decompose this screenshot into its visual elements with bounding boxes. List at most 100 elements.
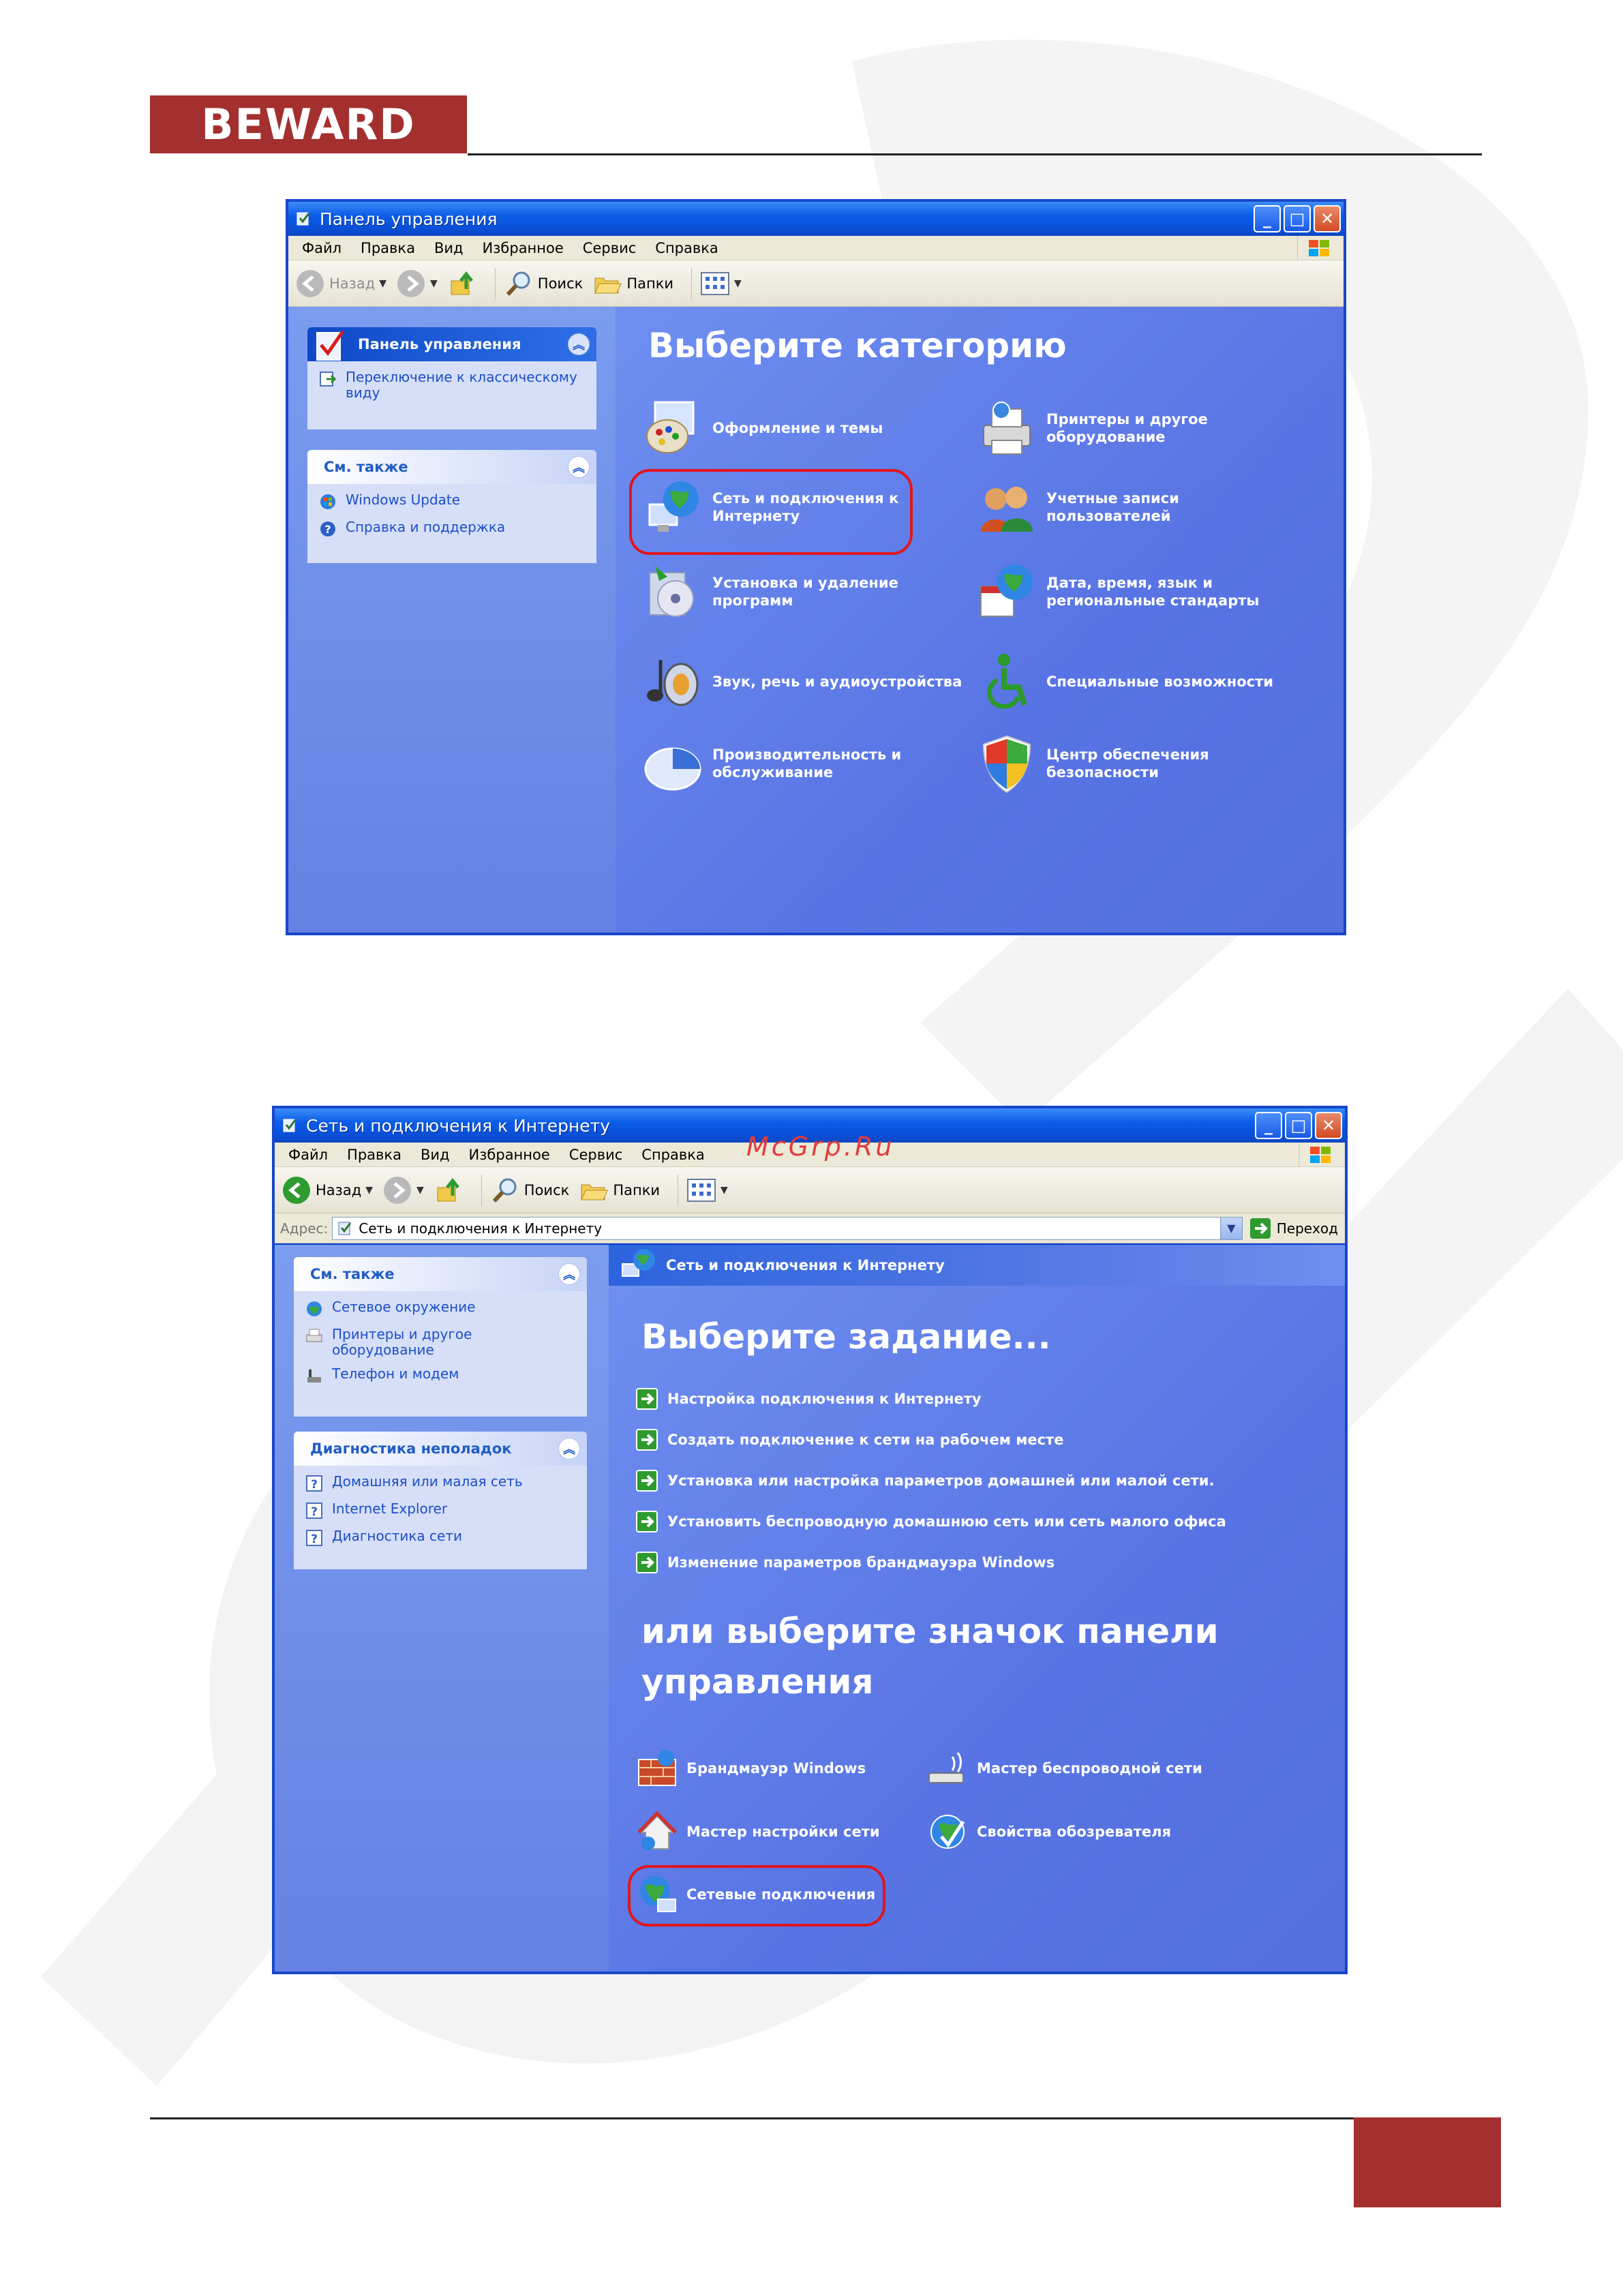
windows-flag-icon <box>1297 236 1339 260</box>
back-button[interactable]: Назад ▼ <box>295 269 386 299</box>
collapse-chevron-icon[interactable]: ︽ <box>568 333 590 355</box>
task-home-network-setup-link[interactable]: Установка или настройка параметров домаш… <box>636 1470 1214 1492</box>
link-text: Справка и поддержка <box>346 519 506 535</box>
menu-file[interactable]: Файл <box>288 1147 328 1163</box>
link-text: Домашняя или малая сеть <box>332 1473 523 1490</box>
window-title: Панель управления <box>320 209 498 229</box>
network-connections-window: Сеть и подключения к Интернету _ □ ✕ Фай… <box>272 1106 1348 1974</box>
menu-edit[interactable]: Правка <box>347 1147 401 1163</box>
menu-favorites[interactable]: Избранное <box>483 240 564 256</box>
footer-page-box <box>1354 2117 1501 2207</box>
pick-icon-heading-line2: управления <box>641 1662 874 1702</box>
category-label: Производительность и обслуживание <box>712 746 902 781</box>
task-label: Установить беспроводную домашнюю сеть ил… <box>667 1513 1226 1530</box>
views-button[interactable]: ▼ <box>700 270 742 297</box>
menu-tools[interactable]: Сервис <box>583 240 636 256</box>
views-button[interactable]: ▼ <box>686 1177 728 1204</box>
windows-update-link[interactable]: Windows Update <box>318 492 586 511</box>
printers-link[interactable]: Принтеры и другое оборудование <box>305 1327 576 1358</box>
panel-header[interactable]: См. также ︽ <box>307 450 596 484</box>
control-panel-icon <box>297 212 310 226</box>
panel-header[interactable]: Диагностика неполадок ︽ <box>294 1432 587 1466</box>
collapse-chevron-icon[interactable]: ︽ <box>558 1438 580 1460</box>
up-folder-button[interactable] <box>447 269 477 299</box>
menu-favorites[interactable]: Избранное <box>469 1147 550 1163</box>
category-date-time-region[interactable]: Дата, время, язык и региональные стандар… <box>974 559 1294 624</box>
panel-header[interactable]: Панель управления ︽ <box>307 327 596 361</box>
address-input[interactable]: Сеть и подключения к Интернету ▼ <box>332 1216 1243 1240</box>
back-button[interactable]: Назад ▼ <box>282 1175 373 1205</box>
task-wireless-network-link[interactable]: Установить беспроводную домашнюю сеть ил… <box>636 1511 1226 1532</box>
category-view: Выберите категорию Оформление и темы При… <box>616 307 1344 933</box>
address-value: Сеть и подключения к Интернету <box>359 1220 603 1237</box>
cp-network-setup-wizard-link[interactable]: Мастер настройки сети <box>635 1809 880 1854</box>
category-label: Специальные возможности <box>1046 674 1274 690</box>
close-button[interactable]: ✕ <box>1315 1112 1342 1139</box>
maximize-button[interactable]: □ <box>1285 1112 1312 1139</box>
svg-text:?: ? <box>311 1478 318 1492</box>
network-places-icon <box>307 1301 322 1316</box>
category-accessibility[interactable]: Специальные возможности <box>974 649 1315 714</box>
go-button[interactable]: Переход <box>1249 1218 1338 1239</box>
category-sound[interactable]: Звук, речь и аудиоустройства <box>640 649 981 714</box>
category-performance[interactable]: Производительность и обслуживание <box>640 731 960 796</box>
collapse-chevron-icon[interactable]: ︽ <box>568 456 590 478</box>
menu-file[interactable]: Файл <box>302 240 342 256</box>
network-places-link[interactable]: Сетевое окружение <box>305 1299 576 1318</box>
menu-view[interactable]: Вид <box>421 1147 450 1163</box>
collapse-chevron-icon[interactable]: ︽ <box>558 1263 580 1285</box>
forward-arrow-icon <box>397 269 425 297</box>
task-firewall-settings-link[interactable]: Изменение параметров брандмауэра Windows <box>636 1552 1055 1573</box>
help-topic-icon: ? <box>306 1530 322 1546</box>
category-user-accounts[interactable]: Учетные записи пользователей <box>974 474 1288 540</box>
search-icon <box>506 271 530 296</box>
forward-button[interactable]: ▼ <box>396 269 438 299</box>
category-appearance[interactable]: Оформление и темы <box>640 395 960 461</box>
menu-edit[interactable]: Правка <box>361 240 415 256</box>
menu-view[interactable]: Вид <box>434 240 464 256</box>
search-button[interactable]: Поиск <box>504 269 583 299</box>
network-diagnostics-link[interactable]: ? Диагностика сети <box>305 1528 576 1547</box>
search-button[interactable]: Поиск <box>490 1175 569 1205</box>
up-folder-button[interactable] <box>434 1175 464 1205</box>
cp-firewall-link[interactable]: Брандмауэр Windows <box>635 1746 866 1791</box>
help-support-link[interactable]: ? Справка и поддержка <box>318 519 586 539</box>
forward-arrow-icon <box>384 1176 411 1204</box>
internet-explorer-help-link[interactable]: ? Internet Explorer <box>305 1501 576 1520</box>
category-add-remove-programs[interactable]: Установка и удаление программ <box>640 559 960 624</box>
internet-options-icon <box>930 1815 965 1849</box>
menu-tools[interactable]: Сервис <box>569 1147 622 1163</box>
minimize-button[interactable]: _ <box>1255 1112 1282 1139</box>
task-setup-internet-link[interactable]: Настройка подключения к Интернету <box>636 1388 982 1410</box>
cp-wireless-wizard-link[interactable]: Мастер беспроводной сети <box>925 1746 1202 1791</box>
category-header-strip: Сеть и подключения к Интернету <box>609 1245 1345 1286</box>
menu-help[interactable]: Справка <box>641 1147 705 1163</box>
toolbar: Назад ▼ ▼ Поиск Папки ▼ <box>288 260 1344 307</box>
window-titlebar[interactable]: Панель управления _ □ ✕ <box>288 202 1344 236</box>
category-printers[interactable]: Принтеры и другое оборудование <box>974 395 1288 461</box>
menu-help[interactable]: Справка <box>655 240 718 256</box>
views-icon <box>701 271 730 295</box>
folders-button[interactable]: Папки <box>592 269 673 299</box>
control-panel-window: Панель управления _ □ ✕ Файл Правка Вид … <box>286 199 1346 935</box>
home-network-help-link[interactable]: ? Домашняя или малая сеть <box>305 1474 576 1493</box>
task-arrow-icon <box>636 1429 658 1451</box>
forward-button[interactable]: ▼ <box>382 1175 424 1205</box>
switch-classic-view-link[interactable]: Переключение к классическому виду <box>318 369 586 401</box>
address-dropdown-icon[interactable]: ▼ <box>1219 1217 1242 1239</box>
control-panel-icon <box>338 1222 352 1235</box>
panel-title: См. также <box>324 459 408 475</box>
maximize-button[interactable]: □ <box>1284 205 1311 232</box>
category-security-center[interactable]: Центр обеспечения безопасности <box>974 731 1294 796</box>
folders-button[interactable]: Папки <box>579 1175 660 1205</box>
minimize-button[interactable]: _ <box>1254 205 1281 232</box>
svg-text:?: ? <box>311 1532 318 1546</box>
panel-header[interactable]: См. также ︽ <box>294 1257 587 1291</box>
cp-label: Свойства обозревателя <box>977 1824 1171 1840</box>
task-workplace-connection-link[interactable]: Создать подключение к сети на рабочем ме… <box>636 1429 1063 1451</box>
cp-internet-options-link[interactable]: Свойства обозревателя <box>925 1809 1171 1854</box>
add-remove-programs-icon <box>649 566 694 617</box>
link-text: Диагностика сети <box>332 1528 462 1544</box>
close-button[interactable]: ✕ <box>1314 205 1341 232</box>
phone-modem-link[interactable]: Телефон и модем <box>305 1366 576 1385</box>
